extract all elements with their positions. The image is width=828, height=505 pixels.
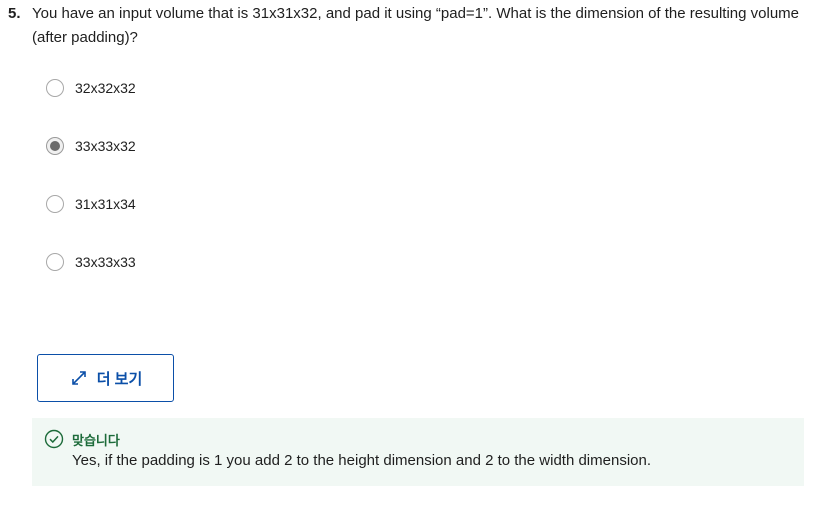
- question-number: 5.: [8, 5, 21, 22]
- feedback-header: 맞습니다: [44, 429, 120, 449]
- option-4[interactable]: 33x33x33: [46, 250, 136, 274]
- radio-dot: [50, 141, 60, 151]
- option-label: 33x33x32: [75, 138, 136, 154]
- radio-button-selected[interactable]: [46, 137, 64, 155]
- see-more-label: 더 보기: [96, 370, 143, 388]
- radio-button[interactable]: [46, 195, 64, 213]
- option-2[interactable]: 33x33x32: [46, 134, 136, 158]
- check-circle-icon: [44, 429, 64, 449]
- feedback-text: Yes, if the padding is 1 you add 2 to th…: [72, 452, 652, 469]
- question-text: You have an input volume that is 31x31x3…: [32, 5, 800, 46]
- option-1[interactable]: 32x32x32: [46, 76, 136, 100]
- feedback-title: 맞습니다: [72, 432, 120, 448]
- option-label: 32x32x32: [75, 80, 136, 96]
- option-label: 33x33x33: [75, 254, 136, 270]
- radio-button[interactable]: [46, 79, 64, 97]
- feedback-panel: 맞습니다 Yes, if the padding is 1 you add 2 …: [32, 418, 804, 486]
- radio-button[interactable]: [46, 253, 64, 271]
- option-label: 31x31x34: [75, 196, 136, 212]
- option-3[interactable]: 31x31x34: [46, 192, 136, 216]
- expand-arrows-icon: [69, 368, 89, 388]
- question: 5. You have an input volume that is 31x3…: [8, 2, 808, 50]
- see-more-button[interactable]: 더 보기: [37, 354, 174, 402]
